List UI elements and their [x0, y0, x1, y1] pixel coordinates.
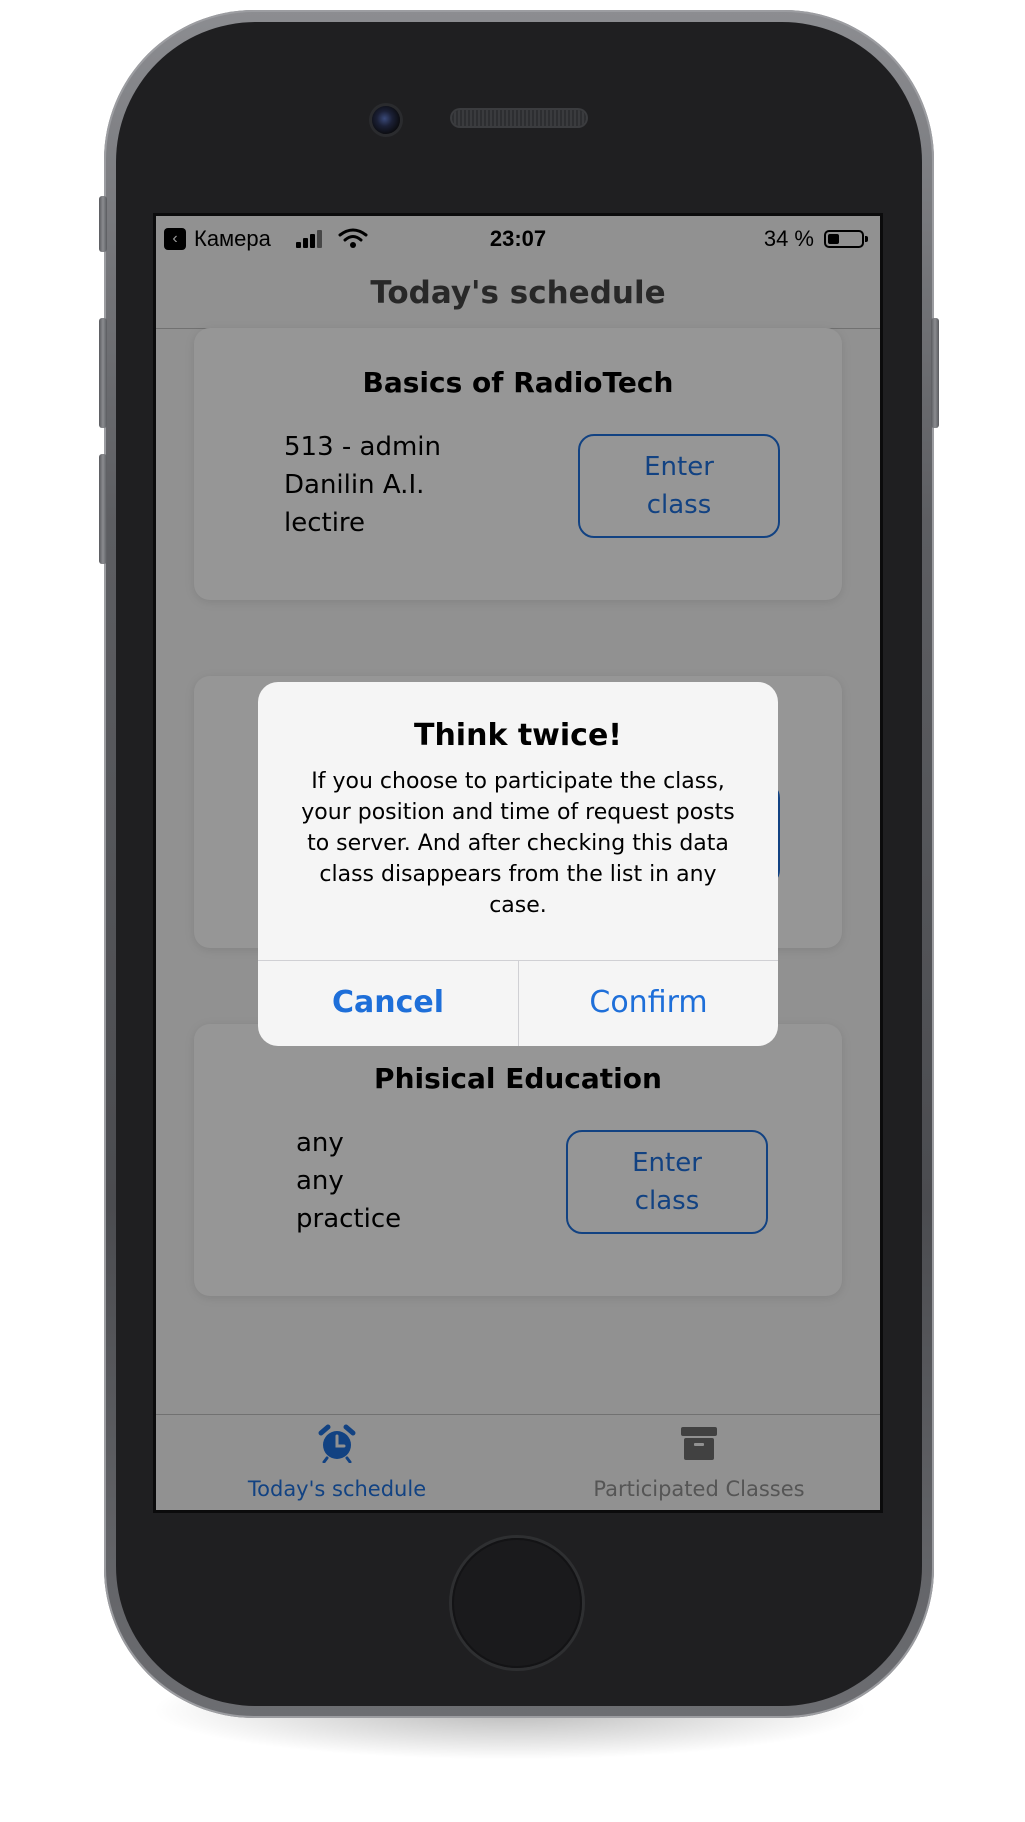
alert-message-line: If you choose to participate the class, [311, 769, 725, 794]
volume-down-button [99, 454, 107, 564]
alert-title: Think twice! [413, 718, 622, 753]
home-button[interactable] [452, 1538, 582, 1668]
front-camera [372, 106, 400, 134]
alert-message-line: to server. And after checking this data [307, 831, 729, 856]
power-button [931, 318, 939, 428]
app-screen: ‹ Камера 23:07 34 % Today's schedule Bas… [156, 216, 880, 1510]
earpiece-speaker [452, 110, 586, 126]
confirm-alert-dialog: Think twice! If you choose to participat… [258, 682, 778, 1046]
confirm-button[interactable]: Confirm [518, 961, 778, 1046]
mute-switch [99, 196, 107, 252]
alert-actions: Cancel Confirm [258, 960, 778, 1046]
alert-message-line: case. [489, 893, 547, 918]
device-mockup: ‹ Камера 23:07 34 % Today's schedule Bas… [0, 0, 1025, 1822]
volume-up-button [99, 318, 107, 428]
cancel-button[interactable]: Cancel [258, 961, 518, 1046]
alert-message: If you choose to participate the class, … [280, 766, 756, 921]
alert-message-line: class disappears from the list in any [319, 862, 717, 887]
alert-message-line: your position and time of request posts [301, 800, 735, 825]
